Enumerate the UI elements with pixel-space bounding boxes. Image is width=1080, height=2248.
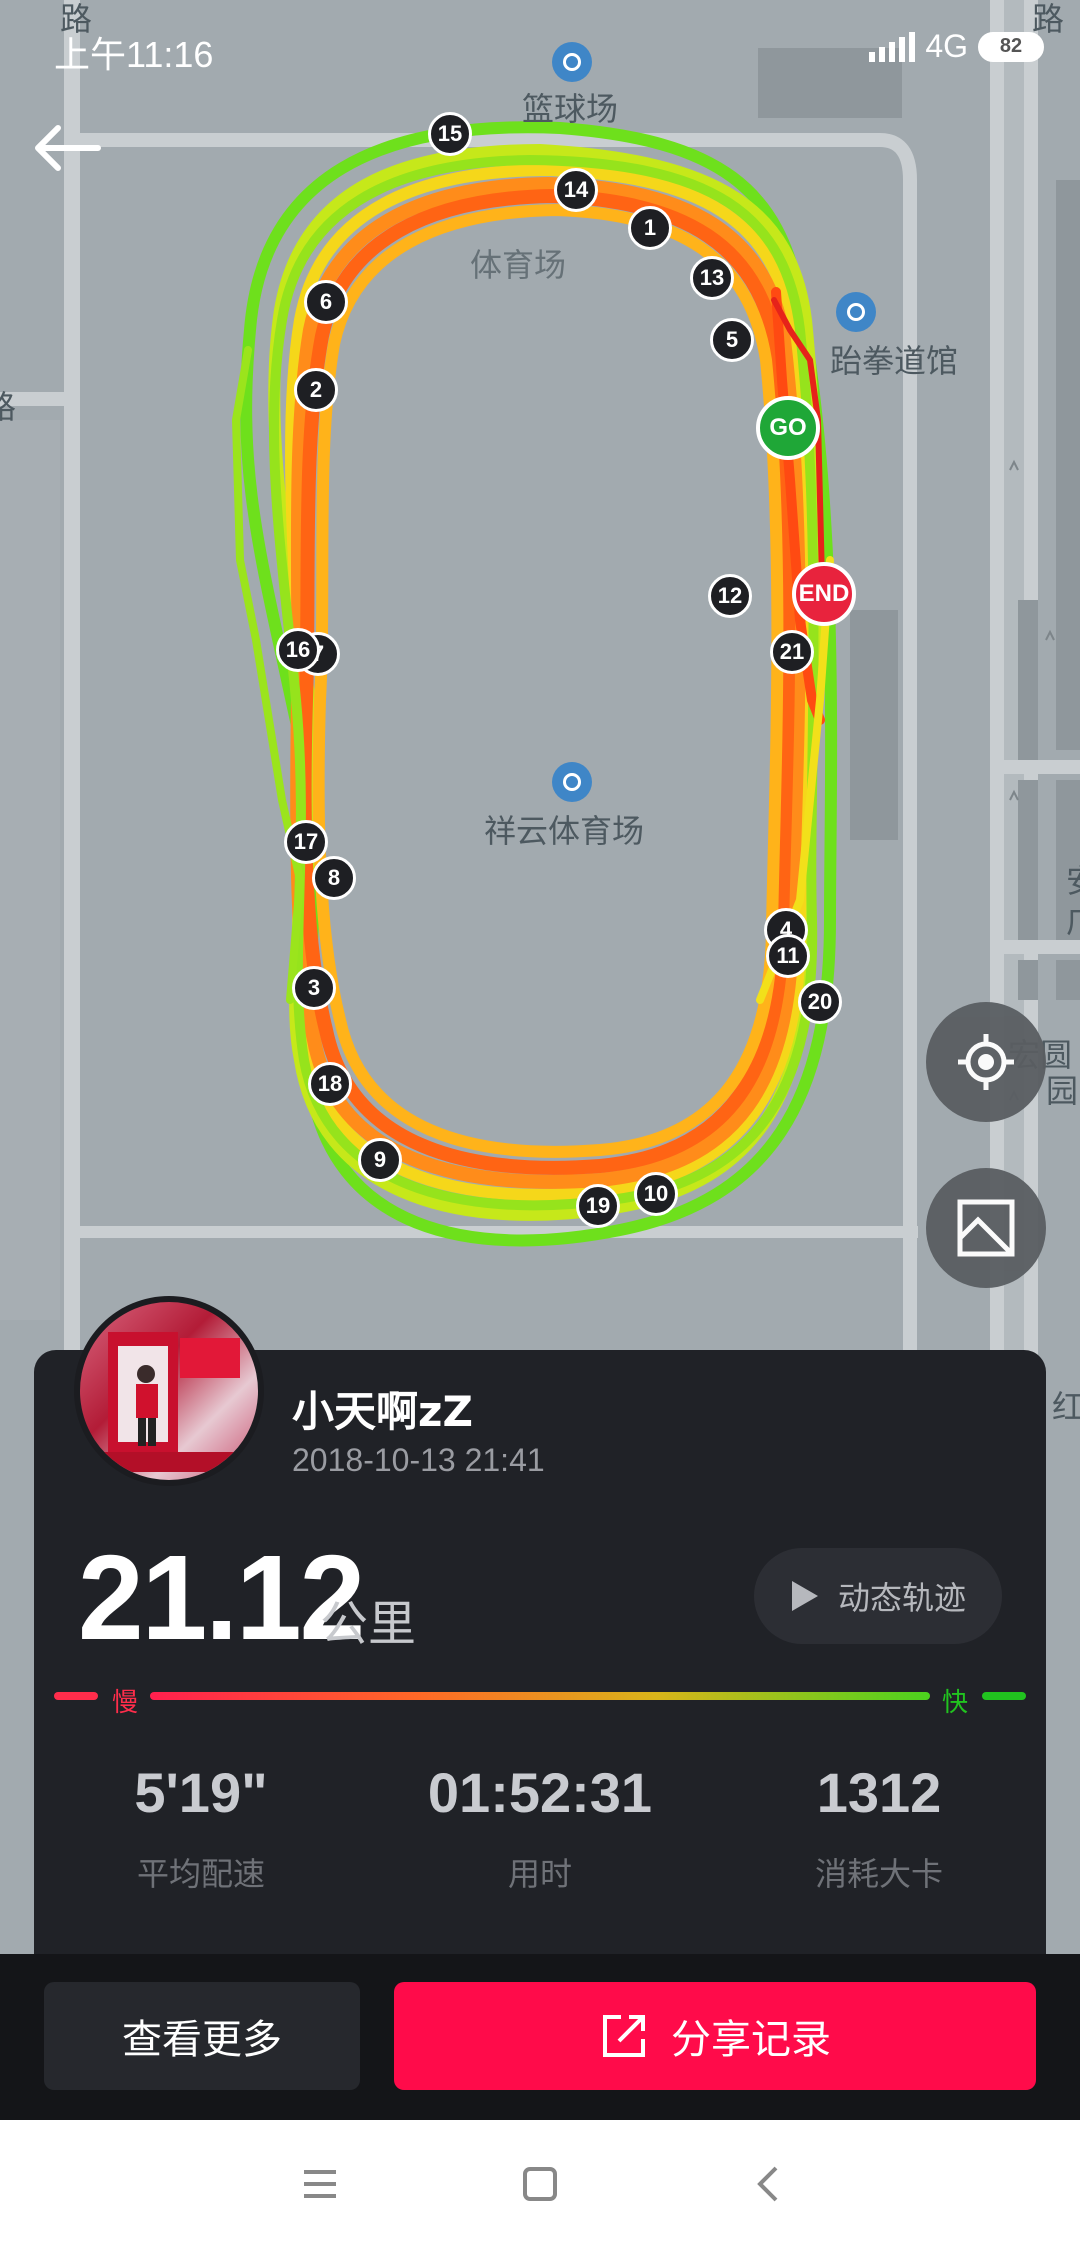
- nav-home-button[interactable]: [508, 2152, 572, 2216]
- km-marker-1: 1: [628, 206, 672, 250]
- play-icon: [791, 1581, 818, 1611]
- km-marker-5: 5: [710, 318, 754, 362]
- stat-value: 1312: [816, 1761, 942, 1824]
- run-date: 2018-10-13 21:41: [292, 1442, 545, 1478]
- dynamic-track-button[interactable]: 动态轨迹: [754, 1548, 1002, 1644]
- map-label-right-guang: 广: [1066, 896, 1080, 942]
- km-marker-10: 10: [634, 1172, 678, 1216]
- pace-slow-bar: [54, 1692, 98, 1700]
- map-label-yuan: 园: [1046, 1072, 1079, 1110]
- map-label-stadium-small: 体育场: [470, 246, 567, 284]
- pace-gradient-bar: [150, 1692, 930, 1700]
- km-marker-2: 2: [294, 368, 338, 412]
- avatar-image: [80, 1302, 258, 1480]
- pace-legend: 慢 快: [54, 1682, 1026, 1718]
- image-toggle-icon: [957, 1199, 1015, 1257]
- stat-value: 5'19": [134, 1761, 268, 1824]
- nav-menu-button[interactable]: [288, 2152, 352, 2216]
- km-marker-21: 21: [770, 630, 814, 674]
- stat-label: 消耗大卡: [814, 1855, 943, 1893]
- home-square-icon: [523, 2167, 557, 2201]
- km-marker-18: 18: [308, 1062, 352, 1106]
- distance-unit: 公里: [320, 1596, 417, 1652]
- nav-back-button[interactable]: [738, 2152, 802, 2216]
- start-marker: GO: [756, 396, 820, 460]
- km-marker-14: 14: [554, 168, 598, 212]
- menu-icon: [304, 2170, 336, 2198]
- km-marker-13: 13: [690, 256, 734, 300]
- km-marker-16: 16: [276, 628, 320, 672]
- km-marker-9: 9: [358, 1138, 402, 1182]
- map-label-hong: 红: [1052, 1388, 1080, 1426]
- pace-slow-label: 慢: [112, 1688, 139, 1718]
- share-record-button[interactable]: 分享记录: [394, 1982, 1036, 2090]
- status-time: 上午11:16: [54, 34, 214, 75]
- system-nav-bar: [0, 2120, 1080, 2248]
- share-icon: [603, 2015, 645, 2057]
- stat-avg-pace: 5'19" 平均配速: [36, 1760, 366, 1895]
- view-more-button[interactable]: 查看更多: [44, 1982, 360, 2090]
- pace-fast-bar: [982, 1692, 1026, 1700]
- stat-label: 平均配速: [136, 1855, 265, 1893]
- dynamic-track-label: 动态轨迹: [837, 1579, 966, 1617]
- end-marker: END: [792, 562, 856, 626]
- status-indicators: 4G 82: [869, 28, 1044, 65]
- arrow-left-icon: [35, 125, 101, 171]
- map-label-taekwondo: 跆拳道馆: [830, 342, 959, 380]
- km-marker-6: 6: [304, 280, 348, 324]
- user-name: 小天啊zZ: [292, 1387, 473, 1436]
- locate-icon: [958, 1034, 1014, 1090]
- km-marker-12: 12: [708, 574, 752, 618]
- stat-value: 01:52:31: [427, 1761, 653, 1824]
- network-type: 4G: [925, 28, 968, 64]
- pace-fast-label: 快: [942, 1688, 969, 1718]
- share-record-label: 分享记录: [671, 2017, 831, 2063]
- map-style-button[interactable]: [926, 1168, 1046, 1288]
- km-marker-19: 19: [576, 1184, 620, 1228]
- stat-duration: 01:52:31 用时: [375, 1760, 705, 1895]
- stat-calories: 1312 消耗大卡: [714, 1760, 1044, 1895]
- km-marker-15: 15: [428, 112, 472, 156]
- avatar[interactable]: [74, 1296, 264, 1486]
- km-marker-3: 3: [292, 966, 336, 1010]
- map-label-stadium: 祥云体育场: [484, 812, 645, 850]
- signal-icon: [869, 31, 916, 62]
- battery-icon: 82: [978, 31, 1044, 62]
- stat-label: 用时: [507, 1855, 572, 1893]
- km-marker-11: 11: [766, 934, 810, 978]
- stadium-icon: [552, 762, 592, 802]
- km-marker-8: 8: [312, 856, 356, 900]
- km-marker-20: 20: [798, 980, 842, 1024]
- km-marker-17: 17: [284, 820, 328, 864]
- map-label-left-edge: 路: [0, 388, 17, 426]
- taekwondo-hall-icon: [836, 292, 876, 332]
- locate-button[interactable]: [926, 1002, 1046, 1122]
- back-button[interactable]: [28, 118, 108, 178]
- action-bar: 查看更多 分享记录: [0, 1954, 1080, 2120]
- status-bar: 上午11:16 4G 82: [0, 0, 1080, 96]
- chevron-left-icon: [757, 2166, 778, 2202]
